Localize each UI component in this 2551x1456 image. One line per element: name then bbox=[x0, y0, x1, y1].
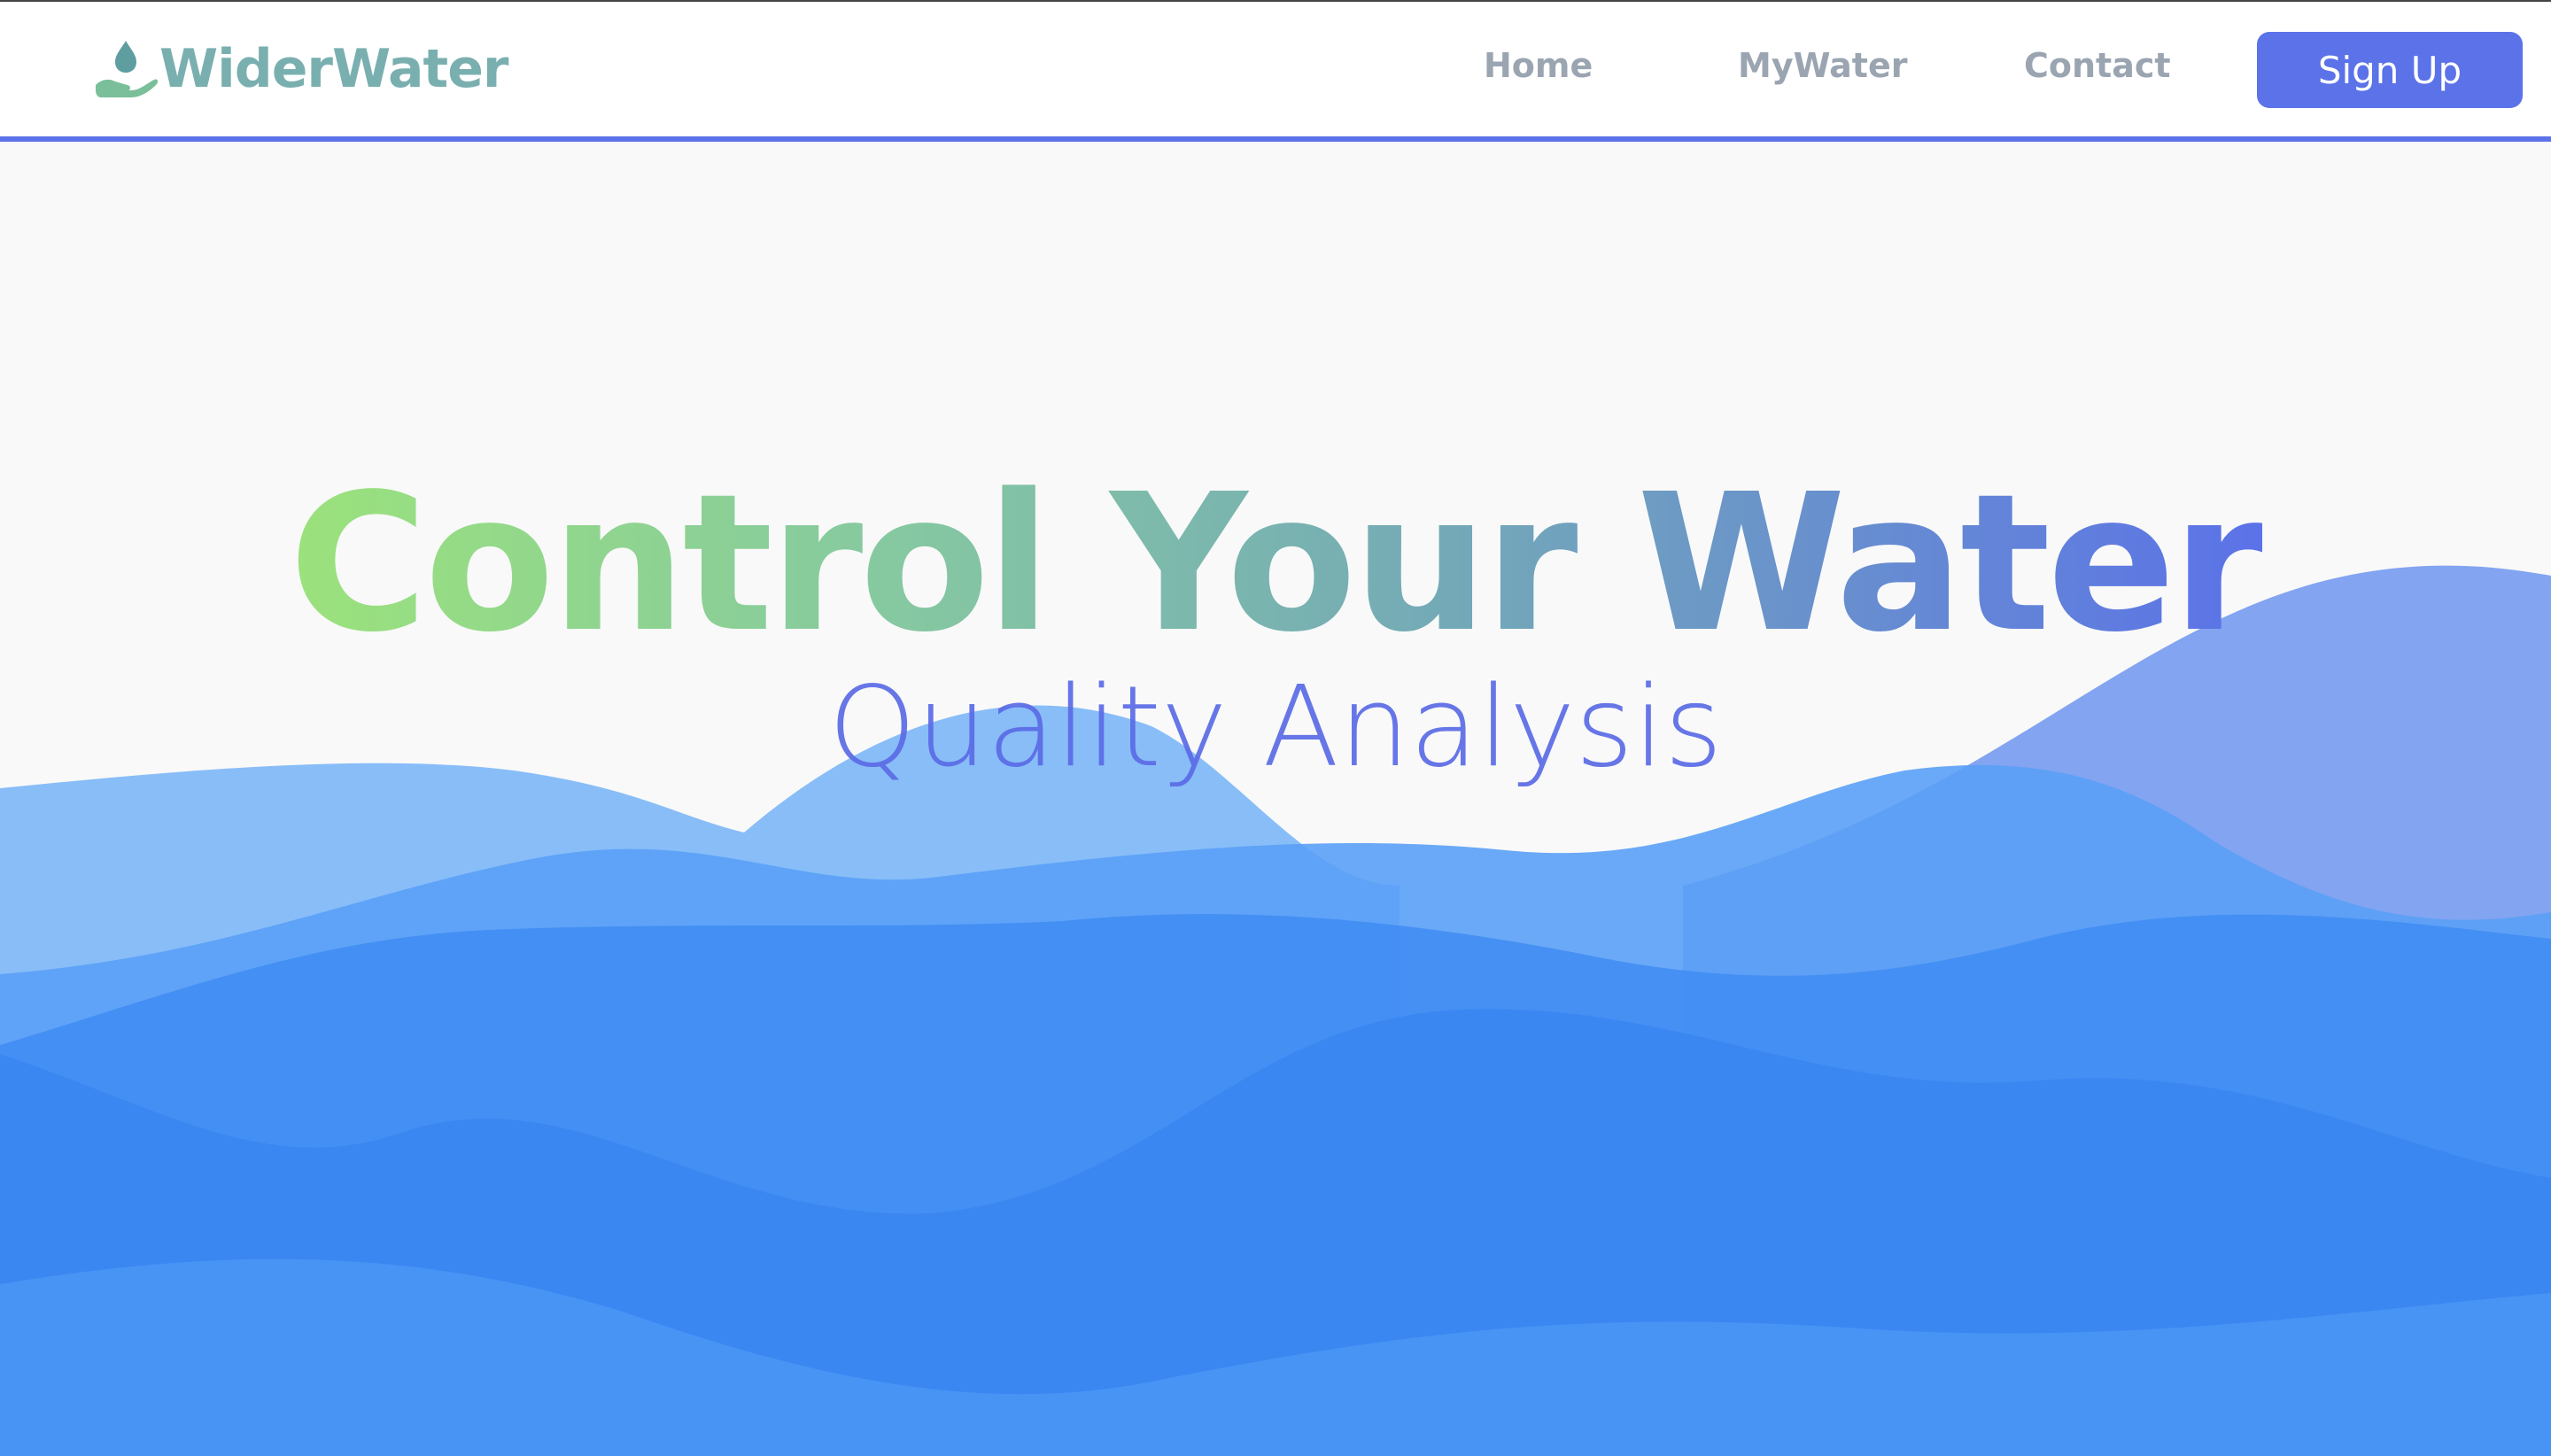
nav-link-home[interactable]: Home bbox=[1484, 46, 1593, 85]
brand-name: WiderWater bbox=[159, 38, 508, 100]
hero-title-text: Control Your Water bbox=[289, 453, 2266, 674]
hero-title: Control Your Water bbox=[0, 469, 2551, 659]
water-drop-hand-icon bbox=[92, 35, 159, 103]
hero-subtitle: Quality Analysis bbox=[828, 662, 1723, 792]
nav-link-contact[interactable]: Contact bbox=[2024, 46, 2171, 85]
brand-logo[interactable]: WiderWater bbox=[92, 35, 508, 103]
top-navbar: WiderWater Home MyWater Contact Sign Up bbox=[0, 2, 2551, 142]
sign-up-button[interactable]: Sign Up bbox=[2257, 32, 2523, 108]
nav-link-mywater[interactable]: MyWater bbox=[1738, 46, 1907, 85]
